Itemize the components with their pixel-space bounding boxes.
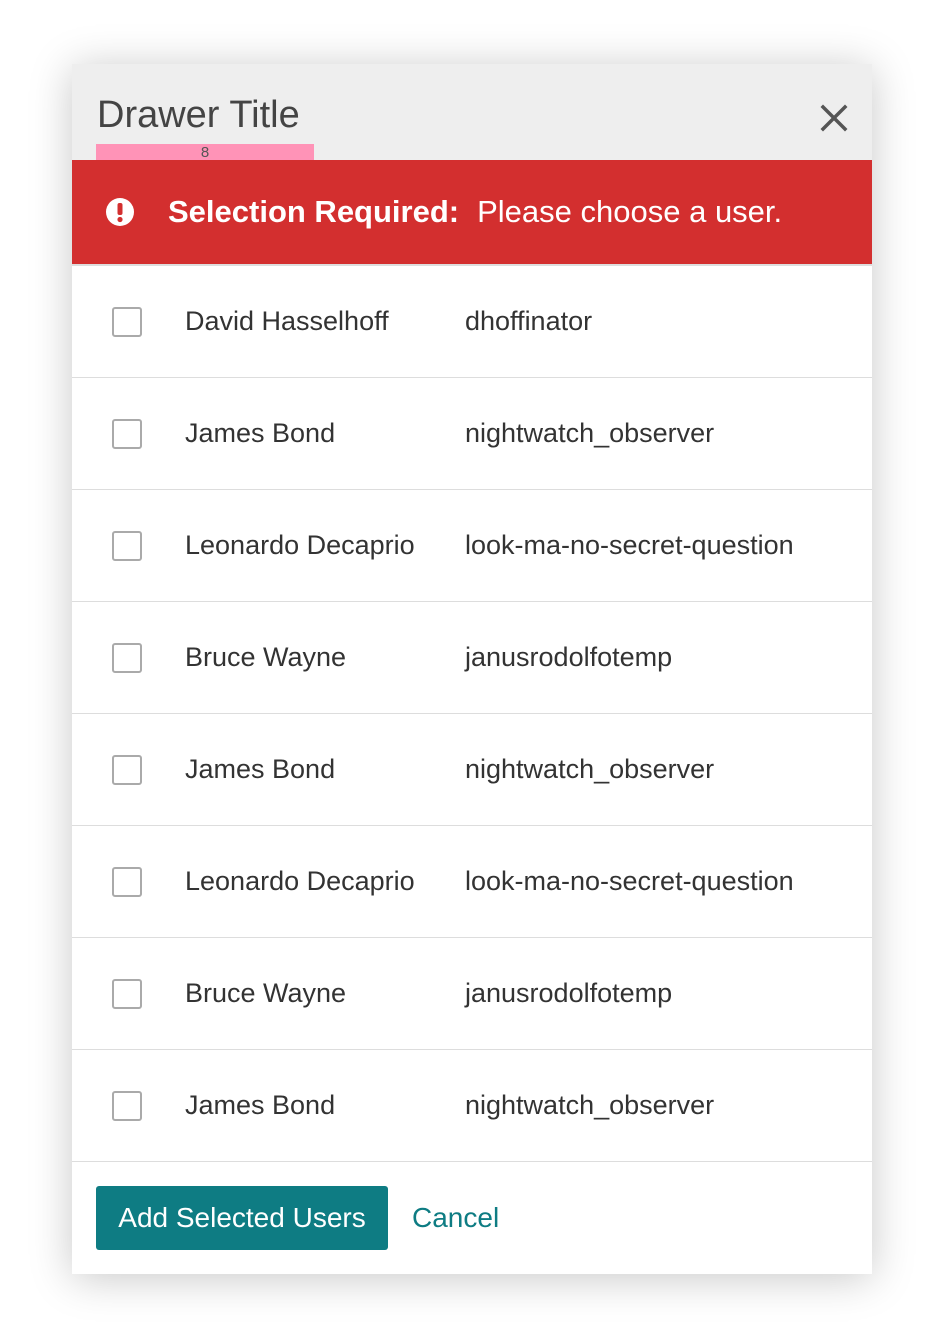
drawer: Drawer Title 8 Selection Required: Pleas… — [72, 64, 872, 1274]
user-name: James Bond — [185, 1090, 336, 1120]
user-name: James Bond — [185, 754, 336, 784]
user-name: Bruce Wayne — [185, 642, 347, 672]
user-username: janusrodolfotemp — [465, 978, 673, 1008]
user-username: janusrodolfotemp — [465, 642, 673, 672]
user-checkbox[interactable] — [112, 866, 142, 897]
user-row[interactable]: Leonardo Decaprio look-ma-no-secret-ques… — [72, 826, 872, 938]
user-checkbox[interactable] — [112, 530, 142, 561]
user-list: David Hasselhoff dhoffinator James Bond … — [72, 266, 872, 1162]
user-username: nightwatch_observer — [465, 1090, 715, 1120]
user-name: James Bond — [185, 418, 336, 448]
user-row[interactable]: Leonardo Decaprio look-ma-no-secret-ques… — [72, 490, 872, 602]
add-selected-users-button[interactable]: Add Selected Users — [96, 1186, 388, 1250]
user-name: Leonardo Decaprio — [185, 866, 415, 896]
user-username: nightwatch_observer — [465, 754, 715, 784]
user-username: nightwatch_observer — [465, 418, 715, 448]
user-checkbox[interactable] — [112, 306, 142, 337]
user-name: Bruce Wayne — [185, 978, 347, 1008]
user-checkbox[interactable] — [112, 978, 142, 1009]
user-name: David Hasselhoff — [185, 306, 389, 336]
user-name: Leonardo Decaprio — [185, 530, 415, 560]
user-row[interactable]: James Bond nightwatch_observer — [72, 1050, 872, 1162]
user-checkbox[interactable] — [112, 1090, 142, 1121]
user-username: dhoffinator — [465, 306, 593, 336]
alert-message: Please choose a user. — [477, 194, 783, 229]
user-row[interactable]: James Bond nightwatch_observer — [72, 378, 872, 490]
drawer-header: Drawer Title 8 — [72, 64, 872, 161]
user-checkbox[interactable] — [112, 418, 142, 449]
user-username: look-ma-no-secret-question — [465, 866, 794, 896]
user-row[interactable]: James Bond nightwatch_observer — [72, 714, 872, 826]
alert-label: Selection Required: — [168, 194, 460, 229]
close-icon[interactable] — [818, 102, 850, 134]
drawer-footer: Add Selected Users Cancel — [72, 1162, 872, 1274]
count-badge: 8 — [96, 144, 314, 161]
exclamation-circle-icon — [106, 198, 134, 226]
user-row[interactable]: David Hasselhoff dhoffinator — [72, 266, 872, 378]
user-row[interactable]: Bruce Wayne janusrodolfotemp — [72, 938, 872, 1050]
user-username: look-ma-no-secret-question — [465, 530, 794, 560]
cancel-button[interactable]: Cancel — [412, 1202, 499, 1234]
user-row[interactable]: Bruce Wayne janusrodolfotemp — [72, 602, 872, 714]
error-alert: Selection Required: Please choose a user… — [72, 160, 872, 266]
user-checkbox[interactable] — [112, 642, 142, 673]
drawer-title: Drawer Title — [97, 94, 300, 136]
user-checkbox[interactable] — [112, 754, 142, 785]
